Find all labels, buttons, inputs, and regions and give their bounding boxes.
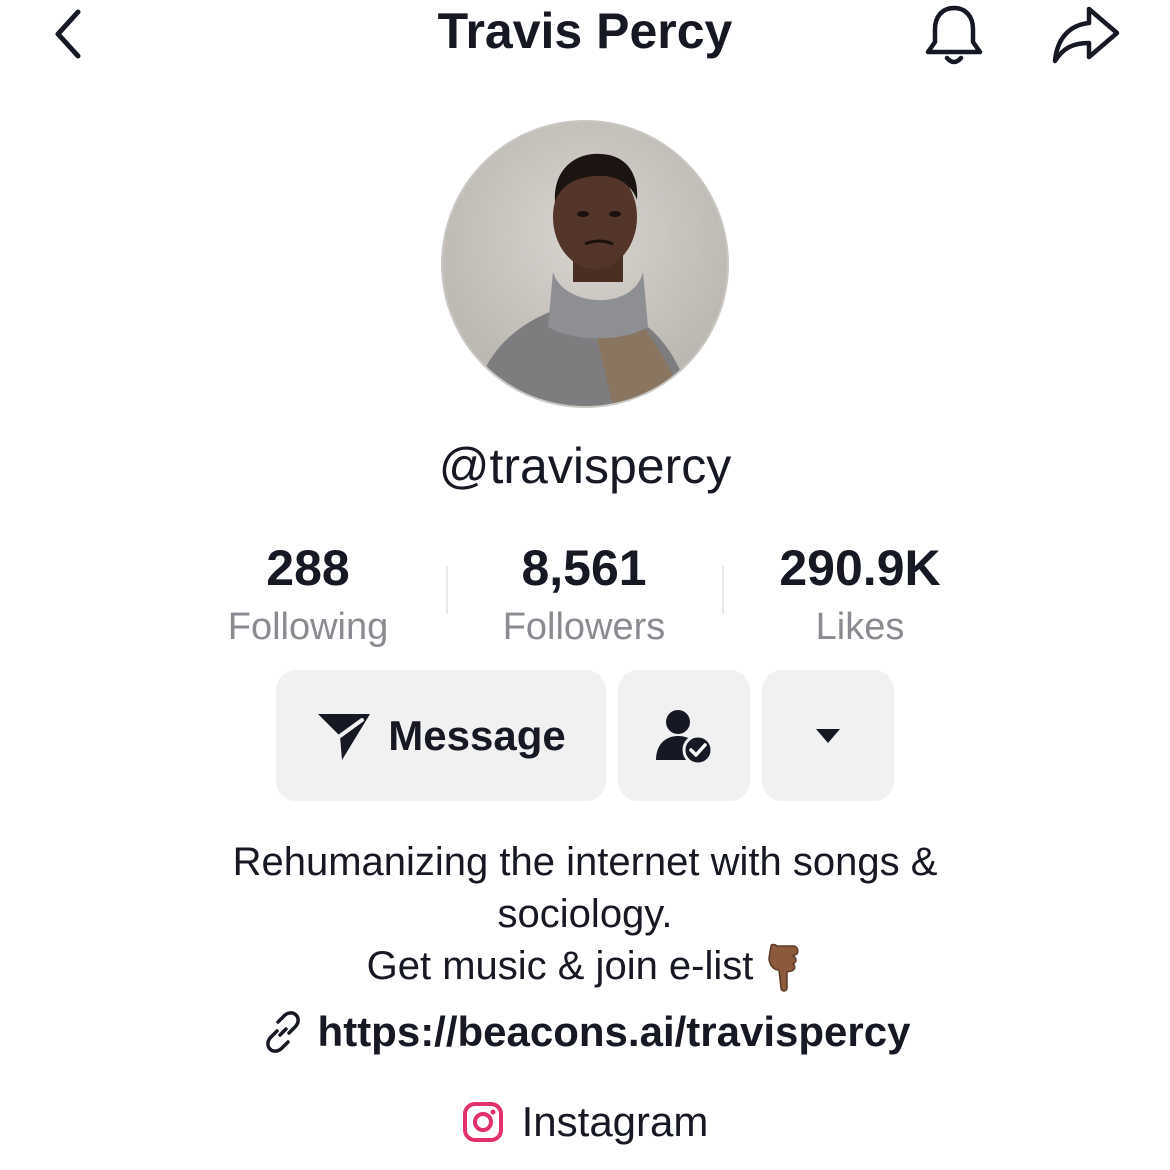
instagram-link[interactable]: Instagram	[0, 1098, 1170, 1146]
instagram-icon	[462, 1102, 503, 1142]
bio: Rehumanizing the internet with songs & s…	[120, 836, 1050, 994]
followers-count: 8,561	[521, 540, 647, 596]
username: @travispercy	[438, 438, 732, 494]
profile-page: Travis Percy @travispercy 288 Following …	[0, 0, 1170, 1170]
stat-divider	[722, 566, 724, 614]
avatar[interactable]	[441, 120, 729, 408]
following-count: 288	[266, 540, 350, 596]
link-icon	[265, 1011, 300, 1053]
instagram-label: Instagram	[521, 1098, 709, 1145]
link-url: https://beacons.ai/travispercy	[317, 1008, 911, 1055]
profile-photo	[443, 122, 727, 406]
following-label: Following	[227, 606, 389, 648]
stat-following[interactable]: 288 Following	[178, 538, 438, 654]
caret-down-icon	[816, 728, 840, 743]
stat-likes[interactable]: 290.9K Likes	[730, 538, 990, 654]
bio-text: Get music & join e-list	[366, 944, 754, 988]
likes-count: 290.9K	[779, 540, 941, 596]
pointing-down-hand-icon	[768, 944, 799, 993]
bio-line: Get music & join e-list	[120, 940, 1050, 994]
notification-button[interactable]	[918, 0, 990, 70]
more-options-button[interactable]	[762, 670, 894, 801]
page-title: Travis Percy	[437, 3, 733, 59]
bio-line: Rehumanizing the internet with songs &	[232, 840, 938, 884]
profile-link[interactable]: https://beacons.ai/travispercy	[0, 1008, 1170, 1056]
user-check-icon	[656, 709, 714, 765]
share-icon	[1052, 6, 1120, 64]
send-icon	[318, 713, 371, 760]
message-button[interactable]: Message	[276, 670, 606, 801]
stat-divider	[446, 566, 448, 614]
bio-line: sociology.	[497, 892, 673, 936]
friends-button[interactable]	[618, 670, 750, 801]
stat-followers[interactable]: 8,561 Followers	[454, 538, 714, 654]
likes-label: Likes	[815, 606, 905, 648]
message-label: Message	[388, 711, 566, 759]
bell-icon	[925, 5, 983, 65]
followers-label: Followers	[502, 606, 666, 648]
share-button[interactable]	[1046, 0, 1126, 70]
